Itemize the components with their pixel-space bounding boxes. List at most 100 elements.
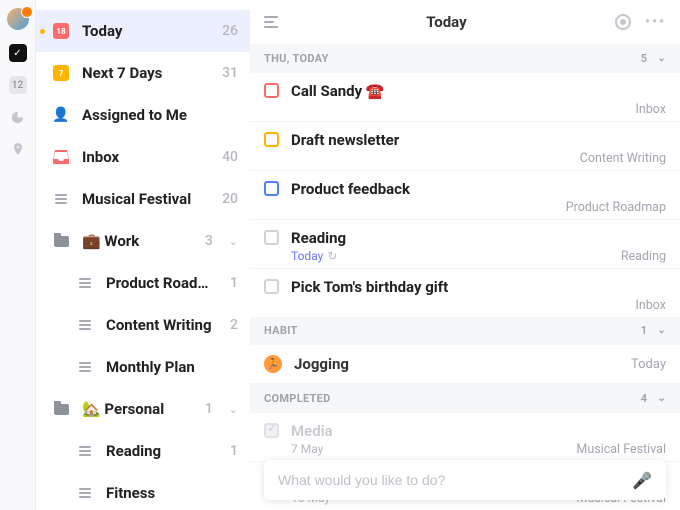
- calendar-week-icon: 7: [53, 65, 69, 81]
- chevron-down-icon[interactable]: ⌄: [229, 403, 238, 416]
- task-title: Draft newsletter: [291, 131, 399, 149]
- sidebar-item-personal[interactable]: 🏡 Personal 1 ⌄: [36, 388, 250, 430]
- list-icon: [76, 446, 94, 456]
- sidebar-item-label: Fitness: [106, 484, 226, 502]
- sidebar-item-list[interactable]: Reading 1: [36, 430, 250, 472]
- page-title: Today: [292, 13, 601, 31]
- sidebar-item-count: 20: [222, 191, 238, 207]
- checkbox[interactable]: [264, 83, 279, 98]
- task-title: Product feedback: [291, 180, 410, 198]
- habit-when: Today: [631, 357, 666, 372]
- task-row[interactable]: Draft newsletter Content Writing: [250, 122, 680, 171]
- section-label: THU, TODAY: [264, 52, 329, 65]
- new-task-composer[interactable]: 🎤: [264, 460, 666, 500]
- list-icon: [76, 278, 94, 288]
- record-icon[interactable]: [615, 14, 631, 30]
- mic-icon[interactable]: 🎤: [632, 471, 652, 490]
- sidebar-item-list[interactable]: Content Writing 2: [36, 304, 250, 346]
- task-location: Reading: [621, 249, 666, 264]
- sidebar-item-count: 31: [222, 65, 238, 81]
- task-row-completed[interactable]: Media 7 May Musical Festival: [250, 413, 680, 462]
- sidebar-item-next7days[interactable]: 7 Next 7 Days 31: [36, 52, 250, 94]
- sidebar-item-label: 🏡 Personal: [82, 400, 193, 418]
- checkbox[interactable]: [264, 132, 279, 147]
- task-row[interactable]: Call Sandy ☎️ Inbox: [250, 73, 680, 122]
- sidebar-item-label: 💼 Work: [82, 232, 193, 250]
- sidebar-item-label: Monthly Plan: [106, 358, 226, 376]
- task-location: Inbox: [635, 298, 666, 313]
- habit-title: Jogging: [294, 355, 349, 373]
- sidebar-item-list[interactable]: Monthly Plan: [36, 346, 250, 388]
- person-icon: 👤: [52, 107, 70, 123]
- section-count: 1: [641, 324, 648, 337]
- avatar[interactable]: [7, 8, 29, 30]
- sidebar-item-label: Product Roadm...: [106, 274, 218, 292]
- checkbox[interactable]: [264, 181, 279, 196]
- list-icon: [76, 362, 94, 372]
- sidebar-item-label: Reading: [106, 442, 218, 460]
- sidebar-item-label: Inbox: [82, 148, 210, 166]
- sidebar-item-count: 26: [222, 23, 238, 39]
- task-location: Inbox: [635, 102, 666, 117]
- task-row[interactable]: Product feedback Product Roadmap: [250, 171, 680, 220]
- task-date: 7 May: [291, 442, 323, 457]
- sidebar-item-label: Next 7 Days: [82, 64, 210, 82]
- calendar-icon[interactable]: 12: [9, 76, 27, 94]
- section-count: 5: [641, 52, 648, 65]
- pomodoro-icon[interactable]: [9, 108, 27, 126]
- location-icon[interactable]: [9, 140, 27, 158]
- sidebar-item-list[interactable]: Product Roadm... 1: [36, 262, 250, 304]
- section-header-completed[interactable]: COMPLETED 4 ⌄: [250, 384, 680, 413]
- today-icon: 18: [53, 23, 69, 39]
- folder-icon: [52, 236, 70, 247]
- sidebar-item-count: 1: [230, 443, 238, 459]
- sidebar-item-count: 1: [230, 275, 238, 291]
- sidebar: 18 Today 26 7 Next 7 Days 31 👤 Assigned …: [36, 0, 250, 510]
- sidebar-item-inbox[interactable]: Inbox 40: [36, 136, 250, 178]
- list-icon: [76, 488, 94, 498]
- jogging-icon: 🏃: [264, 355, 282, 373]
- section-label: COMPLETED: [264, 392, 331, 405]
- sidebar-item-assigned[interactable]: 👤 Assigned to Me: [36, 94, 250, 136]
- sidebar-item-today[interactable]: 18 Today 26: [36, 10, 250, 52]
- section-header-habit[interactable]: HABIT 1 ⌄: [250, 317, 680, 346]
- chevron-down-icon: ⌄: [657, 53, 666, 64]
- task-row[interactable]: Pick Tom's birthday gift Inbox: [250, 269, 680, 317]
- chevron-down-icon: ⌄: [657, 325, 666, 336]
- section-label: HABIT: [264, 324, 298, 337]
- new-task-input[interactable]: [278, 472, 632, 488]
- habit-row[interactable]: 🏃 Jogging Today: [250, 345, 680, 384]
- unread-dot-icon: [40, 29, 45, 34]
- sidebar-item-list[interactable]: Fitness: [36, 472, 250, 510]
- section-header-today[interactable]: THU, TODAY 5 ⌄: [250, 44, 680, 73]
- task-title: Pick Tom's birthday gift: [291, 278, 448, 296]
- list-icon: [52, 194, 70, 204]
- sort-icon[interactable]: [264, 16, 278, 28]
- sidebar-item-count: 40: [222, 149, 238, 165]
- task-title: Reading: [291, 229, 346, 247]
- section-count: 4: [641, 392, 648, 405]
- sidebar-item-count: 1: [205, 401, 213, 417]
- icon-rail: ✓ 12: [0, 0, 36, 510]
- tasks-icon[interactable]: ✓: [9, 44, 27, 62]
- checkbox-done[interactable]: [264, 423, 279, 438]
- checkbox[interactable]: [264, 230, 279, 245]
- task-title: Call Sandy ☎️: [291, 82, 385, 100]
- task-row[interactable]: Reading Today↻Reading: [250, 220, 680, 269]
- task-location: Product Roadmap: [566, 200, 666, 215]
- chevron-down-icon[interactable]: ⌄: [229, 235, 238, 248]
- task-title: Media: [291, 422, 333, 440]
- chevron-down-icon: ⌄: [657, 393, 666, 404]
- sidebar-item-label: Musical Festival: [82, 190, 210, 208]
- task-location: Content Writing: [580, 151, 666, 166]
- sidebar-item-count: 3: [205, 233, 213, 249]
- task-location: Musical Festival: [576, 442, 666, 457]
- sidebar-item-label: Content Writing: [106, 316, 218, 334]
- task-date: Today: [291, 249, 323, 264]
- inbox-icon: [52, 150, 70, 164]
- more-icon[interactable]: •••: [645, 14, 666, 30]
- sidebar-item-list[interactable]: Musical Festival 20: [36, 178, 250, 220]
- checkbox[interactable]: [264, 279, 279, 294]
- sidebar-item-label: Today: [82, 22, 210, 40]
- sidebar-item-work[interactable]: 💼 Work 3 ⌄: [36, 220, 250, 262]
